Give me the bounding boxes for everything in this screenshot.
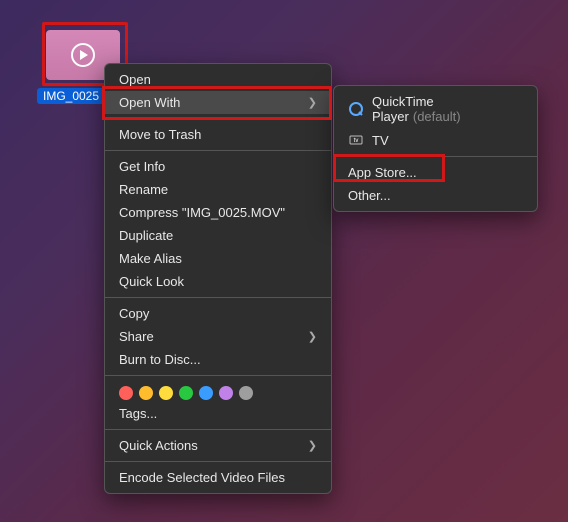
submenu-tv[interactable]: tv TV [334,128,537,152]
open-with-submenu: QuickTime Player(default) tv TV App Stor… [333,85,538,212]
menu-share-label: Share [119,329,154,344]
menu-trash-label: Move to Trash [119,127,201,142]
file-name-label[interactable]: IMG_0025 [37,88,105,104]
menu-encode-label: Encode Selected Video Files [119,470,285,485]
tag-green[interactable] [179,386,193,400]
menu-rename-label: Rename [119,182,168,197]
tag-color-row [105,380,331,402]
chevron-right-icon: ❯ [308,330,317,343]
menu-tags[interactable]: Tags... [105,402,331,425]
tag-purple[interactable] [219,386,233,400]
menu-tags-label: Tags... [119,406,157,421]
menu-quick-actions[interactable]: Quick Actions ❯ [105,434,331,457]
divider [105,150,331,151]
divider [105,429,331,430]
submenu-tv-label: TV [372,133,389,148]
tag-orange[interactable] [139,386,153,400]
tag-red[interactable] [119,386,133,400]
menu-move-to-trash[interactable]: Move to Trash [105,123,331,146]
menu-quicklook-label: Quick Look [119,274,184,289]
menu-get-info[interactable]: Get Info [105,155,331,178]
menu-burn-to-disc[interactable]: Burn to Disc... [105,348,331,371]
menu-open-with[interactable]: Open With ❯ [105,91,331,114]
play-icon [71,43,95,67]
menu-quick-look[interactable]: Quick Look [105,270,331,293]
menu-open-with-label: Open With [119,95,180,110]
submenu-other-label: Other... [348,188,391,203]
menu-encode[interactable]: Encode Selected Video Files [105,466,331,489]
menu-copy-label: Copy [119,306,149,321]
chevron-right-icon: ❯ [308,439,317,452]
menu-duplicate[interactable]: Duplicate [105,224,331,247]
submenu-quicktime-label: QuickTime Player(default) [372,94,523,124]
menu-make-alias[interactable]: Make Alias [105,247,331,270]
quicktime-icon [348,101,364,117]
tag-gray[interactable] [239,386,253,400]
chevron-right-icon: ❯ [308,96,317,109]
divider [105,118,331,119]
menu-compress[interactable]: Compress "IMG_0025.MOV" [105,201,331,224]
submenu-app-store[interactable]: App Store... [334,161,537,184]
menu-copy[interactable]: Copy [105,302,331,325]
divider [105,461,331,462]
menu-share[interactable]: Share ❯ [105,325,331,348]
divider [105,375,331,376]
divider [334,156,537,157]
menu-alias-label: Make Alias [119,251,182,266]
tag-yellow[interactable] [159,386,173,400]
submenu-quicktime[interactable]: QuickTime Player(default) [334,90,537,128]
svg-text:tv: tv [354,138,359,144]
submenu-other[interactable]: Other... [334,184,537,207]
menu-quickactions-label: Quick Actions [119,438,198,453]
context-menu: Open Open With ❯ Move to Trash Get Info … [104,63,332,494]
divider [105,297,331,298]
tv-icon: tv [348,132,364,148]
menu-duplicate-label: Duplicate [119,228,173,243]
submenu-appstore-label: App Store... [348,165,417,180]
menu-compress-label: Compress "IMG_0025.MOV" [119,205,285,220]
tag-blue[interactable] [199,386,213,400]
menu-open[interactable]: Open [105,68,331,91]
menu-burn-label: Burn to Disc... [119,352,201,367]
menu-getinfo-label: Get Info [119,159,165,174]
menu-rename[interactable]: Rename [105,178,331,201]
menu-open-label: Open [119,72,151,87]
